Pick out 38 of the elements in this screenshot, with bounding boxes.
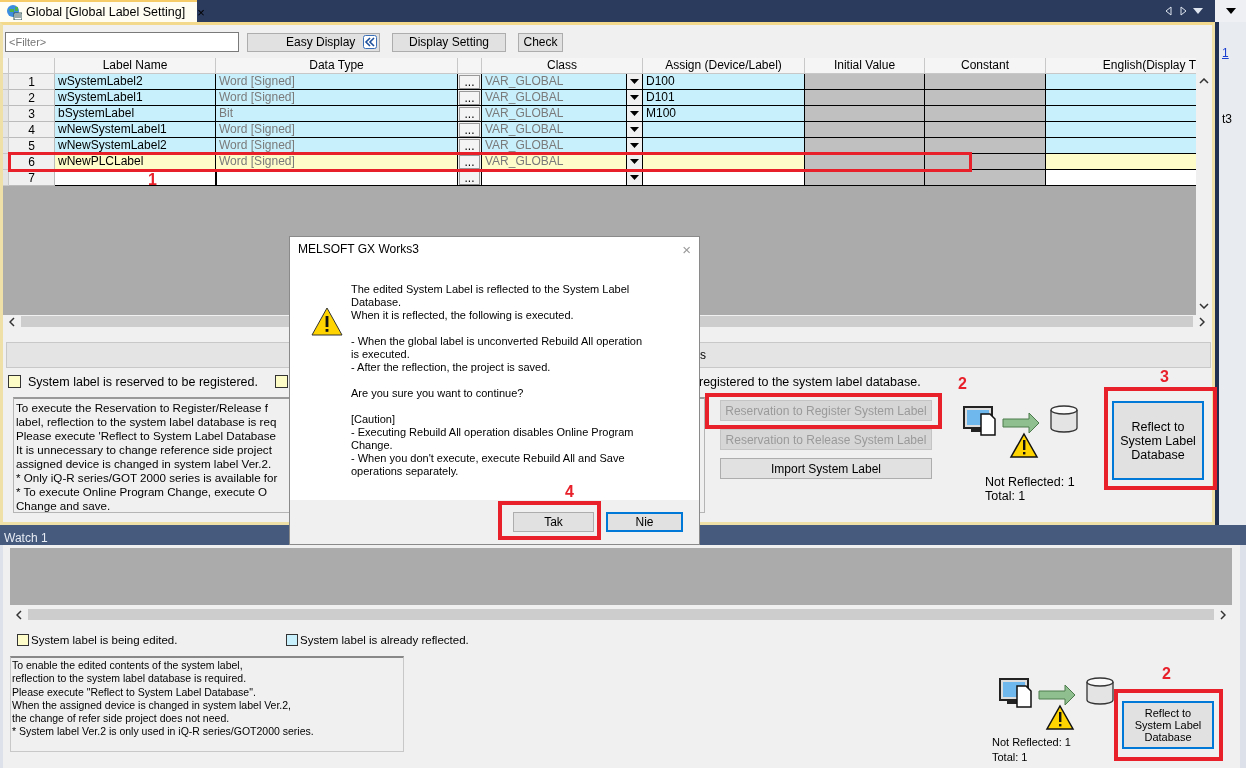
table-cell: M100 xyxy=(643,106,805,122)
status-text: Total: 1 xyxy=(985,489,1027,503)
table-cell: wSystemLabel2 xyxy=(55,74,216,90)
status-text: Total: 1 xyxy=(992,750,1029,765)
dialog-message: [Caution] - Executing Rebuild All operation disables Online Program Change. - When you don't execute, execute Rebuild All and Save operations separately. xyxy=(351,413,635,478)
dialog-message: The edited System Label is reflected to the System Label Database. When it is reflected, the following is executed. xyxy=(351,283,631,322)
dialog-message: - When the global label is unconverted Rebuild All operation is executed. - After the reflection, the project is saved. xyxy=(351,335,643,374)
table-cell: wNewSystemLabel1 xyxy=(55,122,216,138)
row-number: 1 xyxy=(9,74,55,90)
table-cell: Word [Signed] xyxy=(216,90,458,106)
step-number: 3 xyxy=(1160,369,1169,385)
step-number: 4 xyxy=(565,484,574,500)
table-cell: VAR_GLOBAL xyxy=(482,90,627,106)
table-cell: D101 xyxy=(643,90,805,106)
legend-text: System label is reserved to be registered. xyxy=(28,374,258,389)
info-text: To enable the edited contents of the system label, reflection to the system label database is required. Please execute "Reflect to System Label Database". When the assigned device is changed in system label Ver.2, the change of refer side project does not need. * System label Ver.2 is only used in iQ-R series/GOT2000 series. xyxy=(10,656,404,752)
table-cell: VAR_GLOBAL xyxy=(482,122,627,138)
row-number: 2 xyxy=(9,90,55,106)
legend-text: System label is already reflected. xyxy=(300,634,470,646)
table-cell: Word [Signed] xyxy=(216,74,458,90)
row-number: 3 xyxy=(9,106,55,122)
step-number: 1 xyxy=(148,172,157,188)
row-number: 4 xyxy=(9,122,55,138)
table-cell: Bit xyxy=(216,106,458,122)
status-text: Not Reflected: 1 xyxy=(992,735,1072,750)
table-cell: wSystemLabel1 xyxy=(55,90,216,106)
legend-text: registered to the system label database. xyxy=(698,374,921,389)
table-cell: bSystemLabel xyxy=(55,106,216,122)
step-number: 2 xyxy=(958,376,967,392)
dialog-title: MELSOFT GX Works3 xyxy=(298,242,420,256)
table-cell: VAR_GLOBAL xyxy=(482,106,627,122)
table-cell: D100 xyxy=(643,74,805,90)
legend-text: System label is being edited. xyxy=(31,634,179,646)
status-text: Not Reflected: 1 xyxy=(985,475,1076,489)
table-cell: Word [Signed] xyxy=(216,122,458,138)
dialog-message: Are you sure you want to continue? xyxy=(351,387,525,400)
step-number: 2 xyxy=(1162,666,1171,682)
table-cell: VAR_GLOBAL xyxy=(482,74,627,90)
